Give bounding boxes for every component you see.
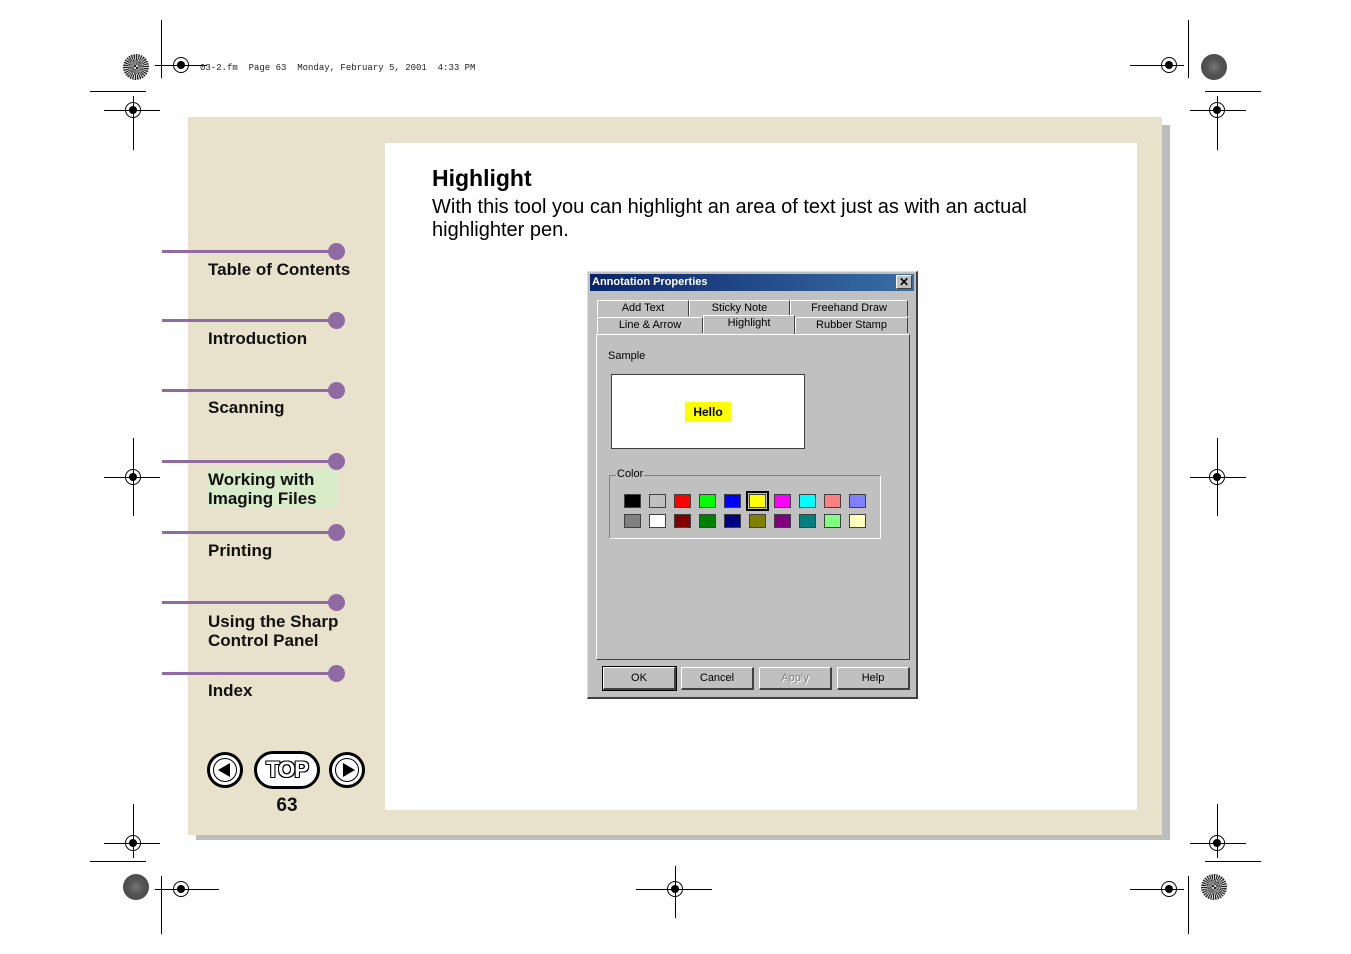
tab-line-arrow[interactable]: Line & Arrow: [597, 317, 703, 333]
color-swatch[interactable]: [624, 514, 641, 528]
next-page-button[interactable]: [329, 752, 365, 788]
close-icon[interactable]: ✕: [896, 275, 912, 289]
right-arrow-icon: [343, 763, 355, 777]
color-swatch[interactable]: [749, 514, 766, 528]
nav-index[interactable]: Index: [208, 681, 252, 700]
tab-freehand-draw[interactable]: Freehand Draw: [790, 300, 908, 316]
left-arrow-icon: [218, 763, 230, 777]
dialog-title: Annotation Properties: [592, 276, 708, 288]
tab-sticky-note[interactable]: Sticky Note: [689, 300, 790, 316]
nav-working-with-imaging-files[interactable]: Working with Imaging Files: [208, 470, 338, 508]
color-swatch[interactable]: [849, 514, 866, 528]
registration-mark: [123, 874, 149, 900]
prev-page-button[interactable]: [207, 752, 243, 788]
color-swatch[interactable]: [724, 494, 741, 508]
color-swatch[interactable]: [746, 491, 769, 511]
nav-introduction[interactable]: Introduction: [208, 329, 307, 348]
tab-add-text[interactable]: Add Text: [597, 300, 689, 316]
color-swatch[interactable]: [824, 494, 841, 508]
color-swatch[interactable]: [649, 514, 666, 528]
registration-mark: [1201, 874, 1227, 900]
color-swatch[interactable]: [799, 494, 816, 508]
ok-button[interactable]: OK: [602, 666, 677, 691]
color-swatch[interactable]: [674, 494, 691, 508]
color-swatch[interactable]: [699, 494, 716, 508]
color-swatch[interactable]: [624, 494, 641, 508]
tab-rubber-stamp[interactable]: Rubber Stamp: [795, 317, 908, 333]
color-swatch[interactable]: [774, 494, 791, 508]
nav-printing[interactable]: Printing: [208, 541, 272, 560]
sample-label: Sample: [608, 350, 646, 362]
page-number: 63: [276, 795, 298, 816]
top-label: TOP: [266, 757, 309, 782]
color-swatch[interactable]: [824, 514, 841, 528]
tab-panel: Sample Hello Color: [596, 334, 910, 660]
section-body: With this tool you can highlight an area…: [432, 196, 1027, 241]
section-title: Highlight: [432, 165, 532, 191]
color-group: Color: [609, 468, 881, 539]
tab-highlight[interactable]: Highlight: [703, 315, 795, 334]
cancel-button[interactable]: Cancel: [681, 667, 754, 690]
nav-scanning[interactable]: Scanning: [208, 398, 285, 417]
color-swatch[interactable]: [649, 494, 666, 508]
sample-preview: Hello: [611, 374, 805, 449]
dialog-titlebar: Annotation Properties ✕: [590, 274, 914, 291]
color-swatch[interactable]: [699, 514, 716, 528]
color-swatch[interactable]: [674, 514, 691, 528]
color-swatch[interactable]: [799, 514, 816, 528]
color-label: Color: [616, 468, 645, 480]
help-button[interactable]: Help: [837, 667, 910, 690]
top-button[interactable]: TOP: [254, 751, 320, 789]
color-swatch[interactable]: [724, 514, 741, 528]
nav-using-sharp-control-panel[interactable]: Using the Sharp Control Panel: [208, 612, 358, 650]
apply-button[interactable]: Apply: [759, 667, 832, 690]
color-swatch[interactable]: [849, 494, 866, 508]
registration-mark: [123, 54, 149, 80]
annotation-properties-dialog: Annotation Properties ✕ Add Text Sticky …: [587, 271, 918, 699]
print-header: 03-2.fm Page 63 Monday, February 5, 2001…: [200, 63, 476, 73]
nav-table-of-contents[interactable]: Table of Contents: [208, 260, 350, 279]
sample-text: Hello: [685, 402, 731, 422]
color-swatch[interactable]: [774, 514, 791, 528]
registration-mark: [1201, 54, 1227, 80]
